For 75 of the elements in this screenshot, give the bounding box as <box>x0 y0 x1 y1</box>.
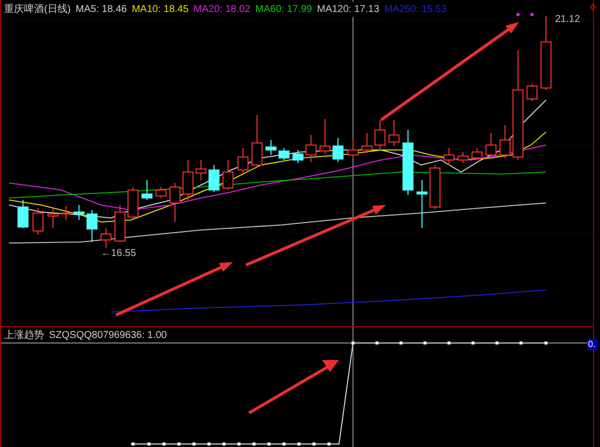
data-point <box>268 442 270 446</box>
candlestick <box>48 206 58 228</box>
candlestick <box>278 148 290 160</box>
data-point <box>312 442 316 446</box>
indicator-title: 上涨趋势 <box>4 330 44 342</box>
candlestick <box>128 186 138 220</box>
candlestick <box>430 164 440 210</box>
data-point <box>252 442 256 446</box>
data-point <box>222 442 226 446</box>
data-point <box>178 442 180 446</box>
data-point <box>352 342 354 344</box>
data-point <box>328 442 330 446</box>
data-point <box>448 342 450 344</box>
data-point <box>544 342 548 344</box>
candlestick <box>252 114 262 168</box>
candlestick <box>486 132 496 158</box>
candlestick <box>18 200 28 228</box>
candlestick <box>472 148 482 160</box>
data-point <box>282 442 286 446</box>
data-point <box>424 342 426 344</box>
data-point <box>162 442 166 446</box>
candlestick <box>74 204 84 220</box>
data-point <box>298 442 300 446</box>
candlestick <box>100 228 112 248</box>
high-price-label: 21.12 <box>555 14 580 25</box>
candlestick <box>332 138 344 162</box>
data-point <box>496 342 498 344</box>
candlestick <box>182 160 194 200</box>
candlestick <box>500 124 510 158</box>
data-point <box>520 342 522 344</box>
candlestick <box>170 182 180 222</box>
candlestick <box>60 206 72 220</box>
candlestick <box>238 148 248 176</box>
candlestick <box>86 210 98 242</box>
data-point <box>238 442 240 446</box>
data-point <box>192 442 196 446</box>
data-point <box>376 342 378 344</box>
candlestick <box>196 160 206 180</box>
candlestick <box>444 148 454 166</box>
data-point <box>208 442 210 446</box>
candlestick <box>208 164 220 192</box>
candlestick <box>266 140 276 156</box>
moving-average-label: MA60: 17.99 <box>255 3 312 17</box>
indicator-formula: SZQSQQ807969636: 1.00 <box>49 330 167 342</box>
signal-marker <box>516 13 520 16</box>
candlestick <box>222 160 234 190</box>
diamond-icon[interactable] <box>590 3 596 11</box>
candlestick <box>156 186 166 198</box>
chart-title: 重庆啤酒(日线) <box>4 2 71 17</box>
candlestick <box>388 120 400 146</box>
candlestick <box>416 180 428 228</box>
candlestick <box>142 180 152 200</box>
moving-average-label: MA250: 15.53 <box>384 3 447 17</box>
candlestick <box>374 120 386 150</box>
candlestick <box>292 150 304 164</box>
moving-average-label: MA10: 18.45 <box>132 3 189 17</box>
data-point <box>472 342 474 344</box>
candlestick <box>362 132 372 154</box>
moving-average-label: MA20: 18.02 <box>194 3 250 17</box>
data-point <box>400 342 402 344</box>
candlestick <box>458 152 468 164</box>
signal-marker <box>530 13 534 16</box>
candlestick <box>348 140 358 158</box>
candlestick <box>526 84 538 102</box>
moving-average-label: MA120: 17.13 <box>316 3 380 17</box>
axis-value: 0. <box>587 339 597 350</box>
data-point <box>132 442 134 446</box>
candlestick <box>32 208 44 236</box>
candlestick <box>114 204 126 242</box>
candlestick <box>306 134 316 162</box>
candlestick <box>402 130 414 196</box>
low-price-label: ←16.55 <box>101 248 136 259</box>
moving-average-label: MA5: 18.46 <box>76 3 127 17</box>
candlestick <box>320 118 330 154</box>
data-point <box>148 442 150 446</box>
